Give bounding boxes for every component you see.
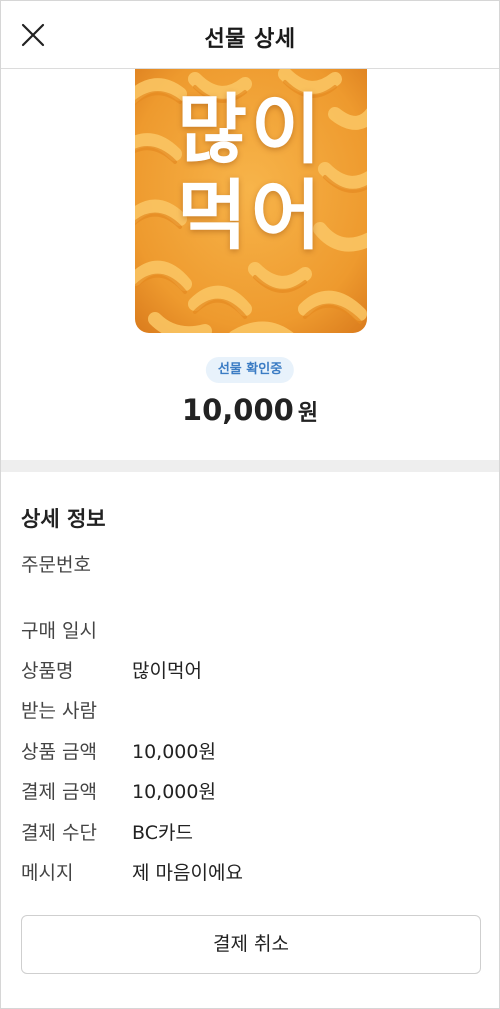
gift-price: 10,000 원 <box>1 393 499 427</box>
detail-label: 메시지 <box>21 862 74 884</box>
detail-value: 10,000원 <box>132 781 216 803</box>
detail-label: 구매 일시 <box>21 620 97 642</box>
page-title: 선물 상세 <box>204 27 296 52</box>
detail-label: 상품명 <box>21 660 74 682</box>
detail-value: BC카드 <box>132 822 193 844</box>
product-image-caption: 많이 먹어 <box>135 87 367 259</box>
detail-row-message: 메시지 제 마음이에요 <box>21 858 481 886</box>
detail-value: 제 마음이에요 <box>132 862 243 884</box>
detail-row-product-price: 상품 금액 10,000원 <box>21 737 481 765</box>
detail-label: 상품 금액 <box>21 741 97 763</box>
image-text-line-2: 먹어 <box>177 171 325 260</box>
detail-row-recipient: 받는 사람 <box>21 696 481 724</box>
detail-value: 10,000원 <box>132 741 216 763</box>
detail-value: 많이먹어 <box>132 660 202 682</box>
detail-label: 받는 사람 <box>21 700 97 722</box>
image-text-line-1: 많이 <box>177 85 325 174</box>
status-badge: 선물 확인중 <box>205 357 295 383</box>
detail-label: 결제 금액 <box>21 781 97 803</box>
section-divider <box>1 460 499 472</box>
order-number-label: 주문번호 <box>21 554 91 576</box>
detail-label: 결제 수단 <box>21 822 97 844</box>
detail-row-product-name: 상품명 많이먹어 <box>21 656 481 684</box>
section-title: 상세 정보 <box>21 507 106 531</box>
price-amount: 10,000 <box>181 393 294 427</box>
detail-row-payment-amount: 결제 금액 10,000원 <box>21 777 481 805</box>
header-bar: 선물 상세 <box>1 1 499 69</box>
price-unit: 원 <box>297 401 319 426</box>
cancel-payment-button[interactable]: 결제 취소 <box>21 915 481 974</box>
gift-detail-screen: 선물 상세 많이 먹어 선물 확인중 10,000 원 상세 정보 주문번호 구… <box>0 0 500 1009</box>
product-image: 많이 먹어 <box>135 69 367 333</box>
detail-row-payment-method: 결제 수단 BC카드 <box>21 818 481 846</box>
detail-row-purchase-date: 구매 일시 <box>21 616 481 644</box>
